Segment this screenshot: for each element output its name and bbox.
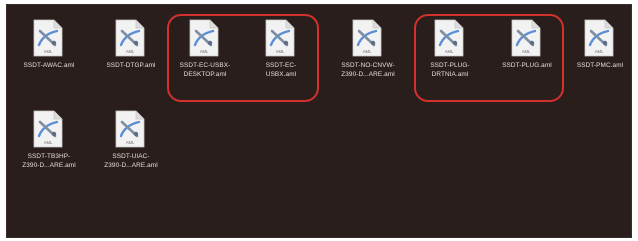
aml-document-icon: AML (265, 19, 295, 57)
finder-icon-view: AML SSDT-AWAC.aml AML SSDT-DTGP.aml AML … (6, 4, 632, 238)
svg-text:AML: AML (595, 49, 604, 54)
svg-text:AML: AML (445, 49, 454, 54)
aml-document-icon: AML (352, 19, 382, 57)
aml-document-icon: AML (584, 19, 614, 57)
svg-text:AML: AML (44, 49, 53, 54)
file-item[interactable]: AML SSDT-EC- USBX.aml (243, 19, 319, 95)
aml-document-icon: AML (33, 19, 63, 57)
aml-document-icon: AML (115, 110, 145, 148)
file-item[interactable]: AML SSDT-PLUG.aml (489, 19, 565, 95)
file-name: SSDT-PLUG.aml (502, 62, 552, 69)
svg-text:AML: AML (363, 49, 372, 54)
file-name: SSDT-EC-USBX- DESKTOP.aml (179, 62, 231, 78)
file-name: SSDT-DTGP.aml (106, 62, 156, 69)
file-item[interactable]: AML SSDT-EC-USBX- DESKTOP.aml (167, 19, 243, 95)
file-item[interactable]: AML SSDT-DTGP.aml (93, 19, 169, 95)
aml-document-icon: AML (115, 19, 145, 57)
file-item[interactable]: AML SSDT-UIAC- Z390-D...ARE.aml (93, 110, 169, 186)
file-item[interactable]: AML SSDT-NO-CNVW- Z390-D...ARE.aml (330, 19, 406, 95)
svg-text:AML: AML (522, 49, 531, 54)
file-name: SSDT-EC- USBX.aml (265, 62, 297, 78)
file-name: SSDT-PMC.aml (576, 62, 624, 69)
svg-text:AML: AML (276, 49, 285, 54)
svg-text:AML: AML (126, 49, 135, 54)
file-name: SSDT-UIAC- Z390-D...ARE.aml (104, 153, 158, 169)
file-item[interactable]: AML SSDT-AWAC.aml (11, 19, 87, 95)
svg-text:AML: AML (44, 140, 53, 145)
svg-text:AML: AML (126, 140, 135, 145)
aml-document-icon: AML (434, 19, 464, 57)
file-name: SSDT-AWAC.aml (23, 62, 75, 69)
aml-document-icon: AML (33, 110, 63, 148)
file-name: SSDT-NO-CNVW- Z390-D...ARE.aml (341, 62, 395, 78)
file-item[interactable]: AML SSDT-PMC.aml (562, 19, 638, 95)
file-name: SSDT-PLUG- DRTNIA.aml (430, 62, 470, 78)
svg-text:AML: AML (200, 49, 209, 54)
file-item[interactable]: AML SSDT-PLUG- DRTNIA.aml (412, 19, 488, 95)
file-item[interactable]: AML SSDT-TB3HP- Z390-D...ARE.aml (11, 110, 87, 186)
aml-document-icon: AML (511, 19, 541, 57)
file-name: SSDT-TB3HP- Z390-D...ARE.aml (22, 153, 76, 169)
aml-document-icon: AML (189, 19, 219, 57)
